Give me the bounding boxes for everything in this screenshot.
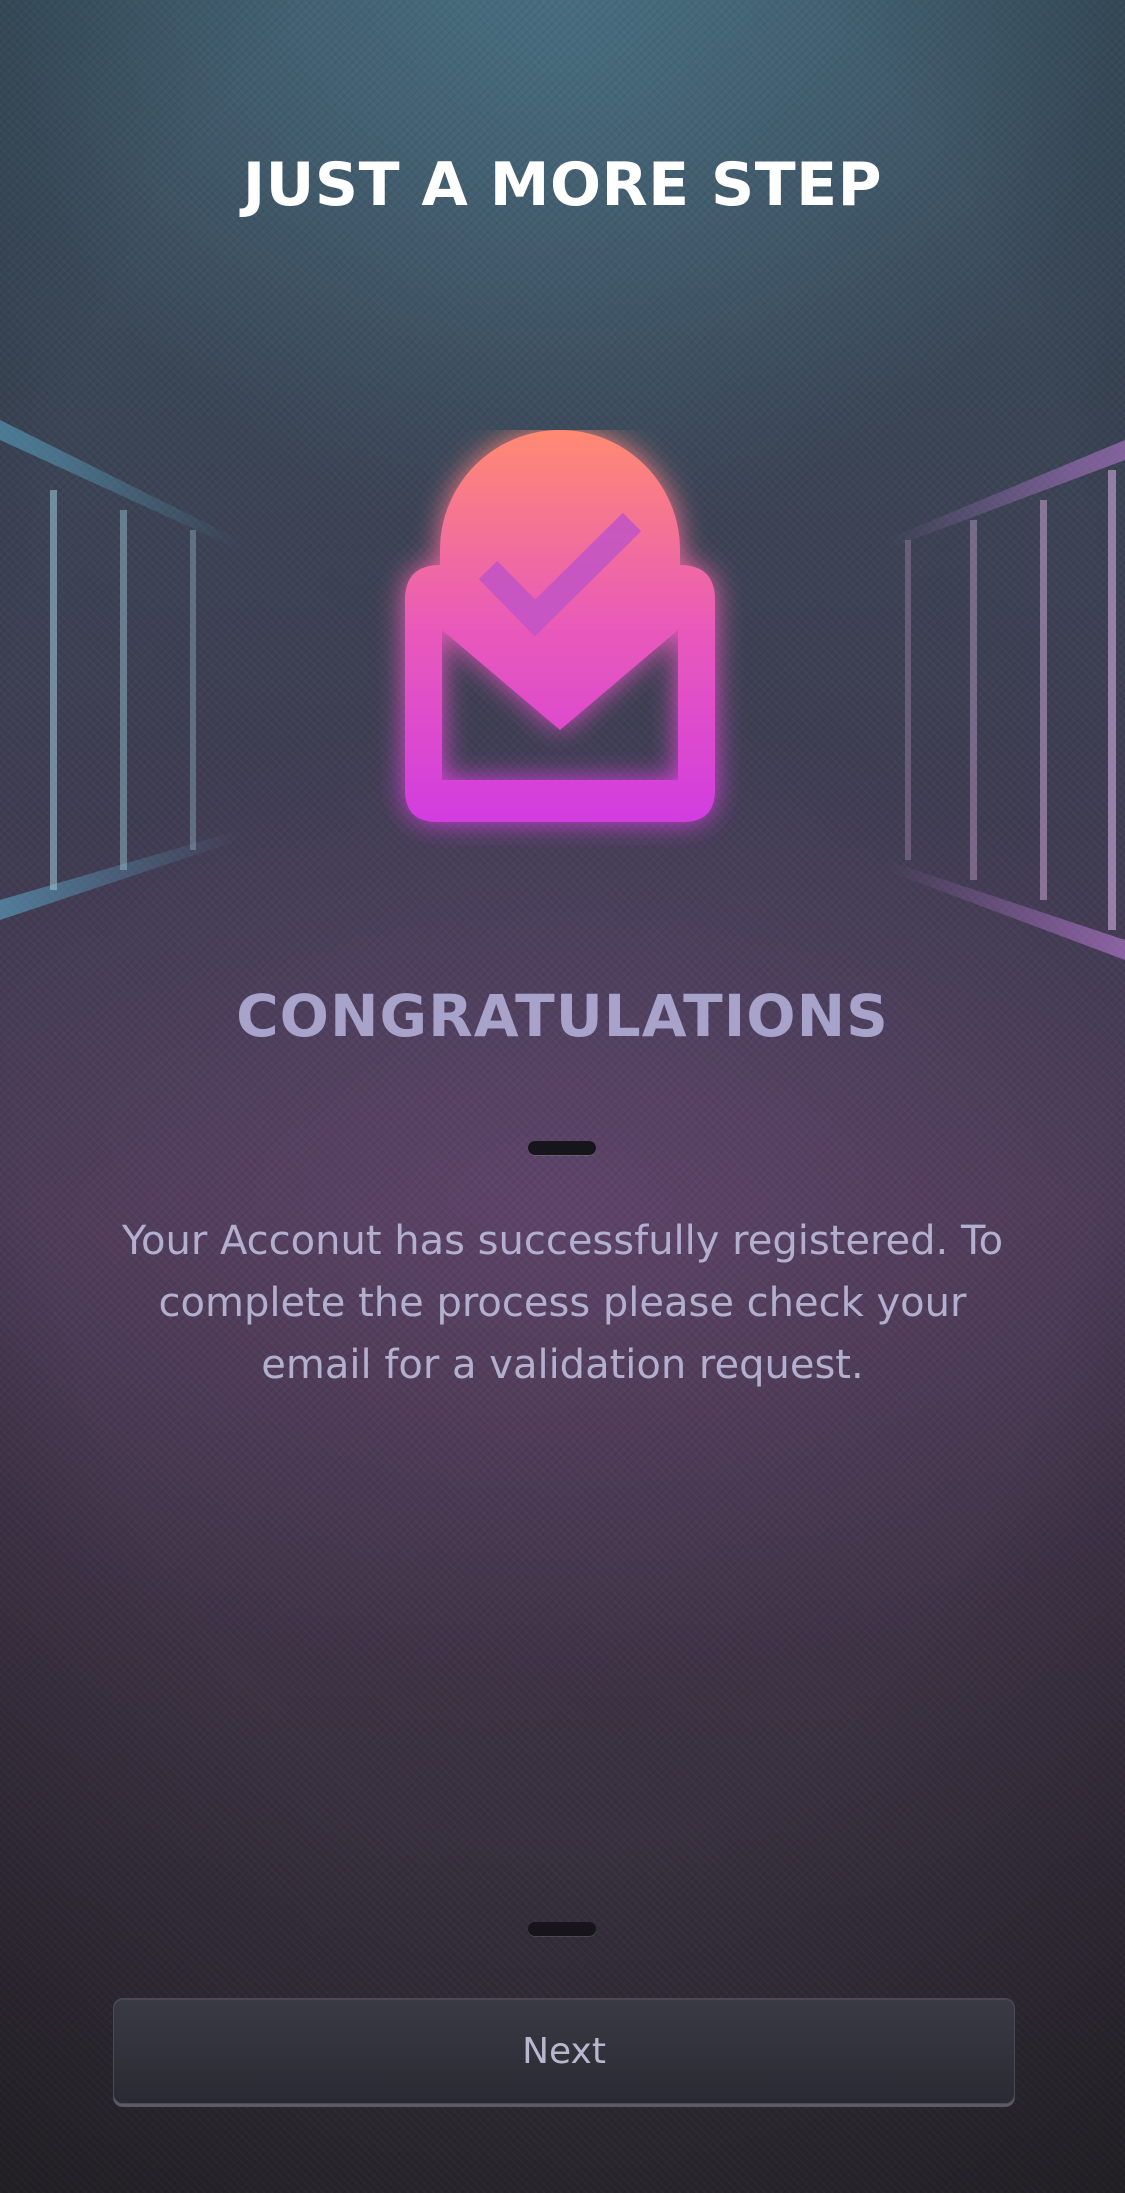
background-texture: [0, 0, 1125, 2193]
success-message: Your Acconut has successfully registered…: [121, 1218, 1004, 1388]
next-button[interactable]: Next: [113, 1998, 1015, 2104]
mail-check-icon: [405, 430, 715, 822]
next-button-label: Next: [522, 2030, 606, 2072]
divider: [528, 1922, 596, 1936]
divider: [528, 1141, 596, 1155]
right-light-frame-decoration: [885, 440, 1125, 960]
left-light-frame-decoration: [0, 420, 240, 920]
background-vignette: [0, 0, 1125, 2193]
page-title: JUST A MORE STEP: [242, 150, 883, 220]
congratulations-heading: CONGRATULATIONS: [236, 982, 889, 1050]
